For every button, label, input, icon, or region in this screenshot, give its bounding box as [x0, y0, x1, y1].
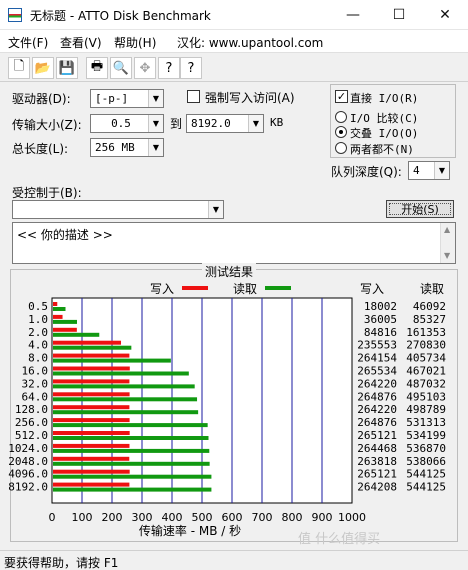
bar-read: [53, 358, 171, 363]
watermark: 值 什么值得买: [298, 532, 381, 547]
value-write: 264208: [357, 481, 397, 494]
x-tick-label: 600: [222, 511, 243, 524]
value-write: 264876: [357, 390, 397, 403]
value-read: 534199: [406, 429, 446, 442]
bar-write: [53, 482, 130, 487]
bar-write: [53, 431, 130, 435]
value-read: 467021: [406, 365, 446, 378]
value-read: 270830: [406, 339, 446, 352]
bar-read: [53, 384, 195, 389]
value-write: 235553: [357, 339, 397, 352]
category-label: 256.0: [15, 416, 48, 429]
results-chart: 0 100 200 300 400 500 600 700 800 900 1000 传输速率 - M…: [8, 282, 446, 538]
value-read: 544125: [406, 468, 446, 481]
value-read: 544125: [406, 481, 446, 494]
category-label: 4096.0: [8, 468, 48, 481]
value-read: 536870: [406, 442, 446, 455]
category-label: 512.0: [15, 429, 48, 442]
category-label: 0.5: [28, 300, 48, 313]
value-read: 531313: [406, 416, 446, 429]
bar-write: [53, 443, 130, 448]
x-tick-label: 100: [72, 511, 93, 524]
bar-write: [53, 302, 58, 306]
bar-write: [53, 392, 130, 397]
legend-read-swatch: [265, 286, 291, 290]
bar-write: [53, 340, 122, 345]
status-text: 要获得帮助，请按 F1: [4, 556, 119, 570]
legend-read-label: 读取: [233, 282, 257, 296]
column-header-write: 写入: [360, 282, 384, 296]
bar-read: [53, 371, 189, 376]
bar-read: [53, 345, 132, 350]
x-tick-label: 300: [132, 511, 153, 524]
value-write: 265121: [357, 468, 397, 481]
bar-write: [53, 418, 130, 423]
value-read: 161353: [406, 326, 446, 339]
category-label: 8192.0: [8, 481, 48, 494]
value-write: 263818: [357, 455, 397, 468]
column-header-read: 读取: [420, 282, 444, 296]
x-tick-label: 900: [312, 511, 333, 524]
bar-write: [53, 314, 63, 319]
category-label: 4.0: [28, 339, 48, 352]
value-write: 264154: [357, 352, 397, 365]
bar-read: [53, 307, 66, 311]
category-label: 16.0: [22, 365, 49, 378]
bar-read: [53, 461, 210, 466]
x-tick-label: 500: [192, 511, 213, 524]
category-label: 2048.0: [8, 455, 48, 468]
category-label: 2.0: [28, 326, 48, 339]
value-write: 18002: [364, 300, 397, 313]
status-bar: 要获得帮助，请按 F1: [0, 550, 468, 570]
value-read: 405734: [406, 352, 446, 365]
value-write: 36005: [364, 313, 397, 326]
bar-read: [53, 448, 210, 453]
category-label: 1.0: [28, 313, 48, 326]
value-write: 84816: [364, 326, 397, 339]
bar-read: [53, 319, 77, 324]
value-read: 487032: [406, 377, 446, 390]
bar-write: [53, 405, 130, 410]
x-tick-label: 200: [102, 511, 123, 524]
bar-read: [53, 423, 208, 428]
legend-write-swatch: [182, 286, 208, 290]
x-axis-label: 传输速率 - MB / 秒: [139, 523, 241, 538]
bar-write: [53, 469, 130, 474]
value-write: 265121: [357, 429, 397, 442]
x-tick-label: 1000: [338, 511, 366, 524]
category-label: 8.0: [28, 352, 48, 365]
bar-write: [53, 379, 130, 384]
bar-write: [53, 366, 130, 371]
value-read: 538066: [406, 455, 446, 468]
category-label: 32.0: [22, 377, 49, 390]
category-label: 1024.0: [8, 442, 48, 455]
category-label: 128.0: [15, 403, 48, 416]
value-write: 264468: [357, 442, 397, 455]
value-read: 85327: [413, 313, 446, 326]
bar-write: [53, 353, 130, 358]
category-label: 64.0: [22, 390, 49, 403]
bar-read: [53, 474, 212, 479]
value-write: 265534: [357, 365, 397, 378]
bar-read: [53, 410, 199, 415]
bar-read: [53, 397, 198, 402]
bar-read: [53, 436, 209, 440]
value-write: 264876: [357, 416, 397, 429]
value-read: 498789: [406, 403, 446, 416]
x-tick-label: 800: [282, 511, 303, 524]
bar-write: [53, 327, 77, 332]
value-write: 264220: [357, 377, 397, 390]
x-tick-label: 400: [162, 511, 183, 524]
bar-write: [53, 456, 130, 461]
value-read: 46092: [413, 300, 446, 313]
bar-read: [53, 332, 100, 337]
value-write: 264220: [357, 403, 397, 416]
bar-read: [53, 487, 212, 492]
x-tick-label: 700: [252, 511, 273, 524]
x-tick-label: 0: [49, 511, 56, 524]
legend-write-label: 写入: [150, 282, 174, 296]
value-read: 495103: [406, 390, 446, 403]
